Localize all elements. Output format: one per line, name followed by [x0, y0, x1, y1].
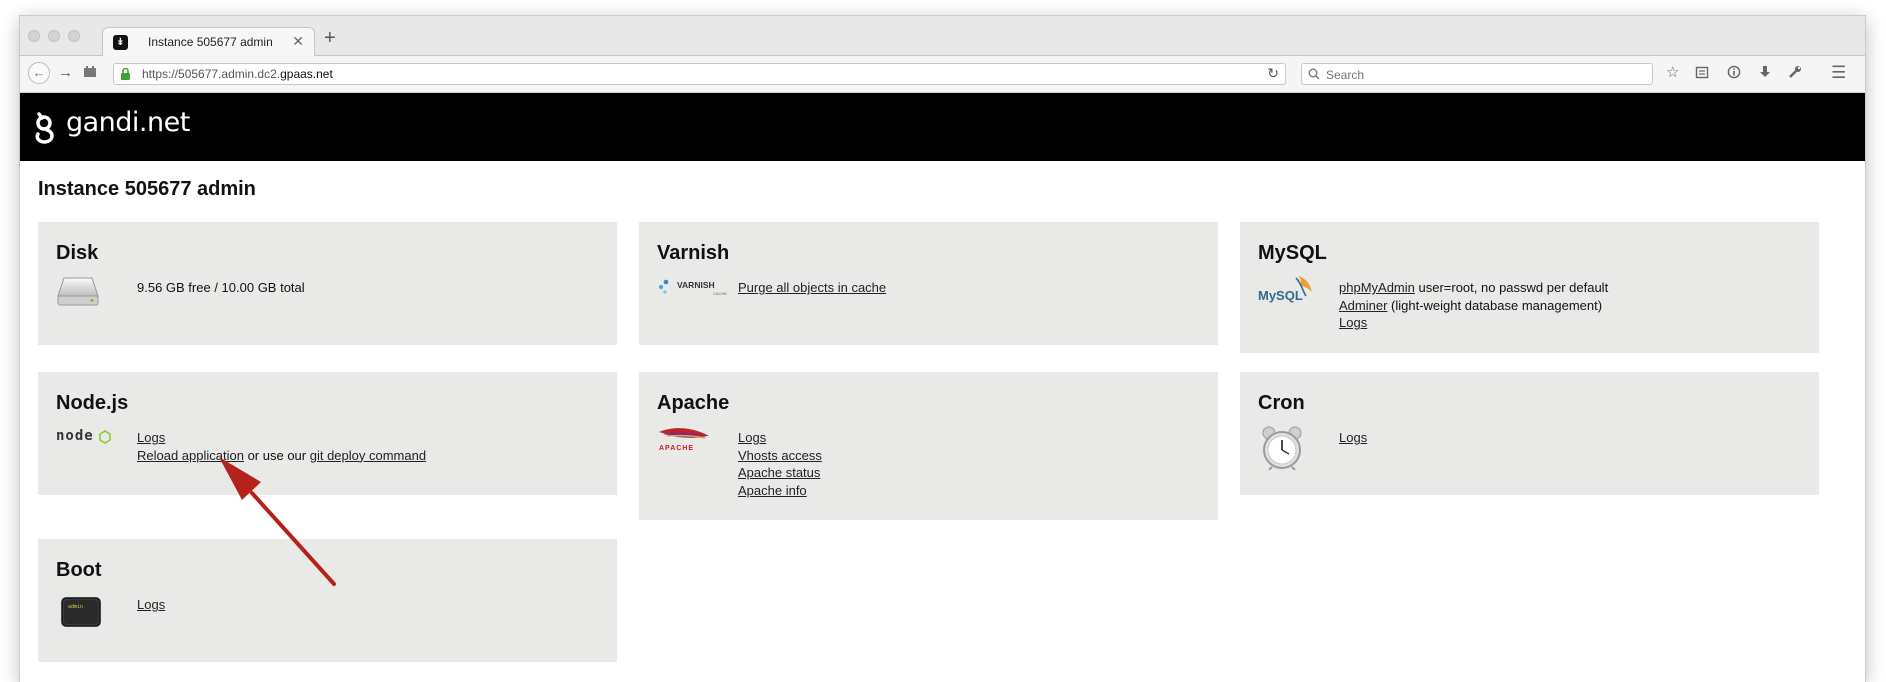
terminal-icon-text: admin — [68, 604, 83, 610]
bookmark-star-icon[interactable]: ☆ — [1666, 65, 1679, 81]
varnish-actions: Purge all objects in cache — [738, 279, 886, 297]
apache-status-link[interactable]: Apache status — [738, 465, 820, 480]
search-input[interactable] — [1324, 66, 1648, 84]
download-arrow-icon[interactable] — [1758, 65, 1772, 83]
nodejs-middle-text: or use our — [243, 447, 310, 463]
nodejs-logs-link[interactable]: Logs — [137, 430, 165, 445]
navigation-bar: ← → https://505677.admin.dc2.gpaas.net ↻… — [20, 56, 1865, 93]
nodejs-logo-text: node — [56, 428, 94, 444]
lock-icon — [120, 67, 132, 81]
apache-title: Apache — [657, 392, 730, 414]
terminal-icon: admin — [61, 597, 101, 632]
mysql-card: MySQL MySQL phpMyAdmin user=root, no pas… — [1240, 222, 1819, 353]
mysql-actions: phpMyAdmin user=root, no passwd per defa… — [1339, 279, 1608, 332]
disk-title: Disk — [56, 242, 99, 264]
cron-actions: Logs — [1339, 429, 1367, 447]
nodejs-title: Node.js — [56, 392, 129, 414]
nodejs-logs-row: Logs — [137, 429, 426, 447]
alarm-clock-icon — [1258, 424, 1306, 475]
vhosts-row: Vhosts access — [738, 447, 822, 465]
boot-card: Boot admin Logs — [38, 539, 617, 662]
apache-feather-icon: APACHE — [657, 426, 713, 457]
disk-usage-text: 9.56 GB free / 10.00 GB total — [137, 280, 305, 295]
reload-icon[interactable]: ↻ — [1267, 65, 1279, 82]
wrench-icon[interactable] — [1788, 65, 1802, 83]
boot-actions: Logs — [137, 596, 165, 614]
apache-card: Apache APACHE Logs Vhosts access Apache … — [639, 372, 1218, 520]
phpmyadmin-row: phpMyAdmin user=root, no passwd per defa… — [1339, 279, 1608, 297]
disk-info: 9.56 GB free / 10.00 GB total — [137, 279, 305, 297]
mysql-dolphin-icon: MySQL — [1258, 272, 1318, 311]
reload-application-link[interactable]: Reload application — [137, 448, 244, 463]
varnish-logo-icon: VARNISH CACHE — [657, 277, 729, 304]
disk-card: Disk 9.56 GB free / 10.00 GB total — [38, 222, 617, 345]
cron-title: Cron — [1258, 392, 1305, 414]
mysql-logs-link[interactable]: Logs — [1339, 315, 1367, 330]
varnish-logo-subtext: CACHE — [713, 291, 727, 296]
search-icon — [1308, 67, 1320, 85]
boot-logs-link[interactable]: Logs — [137, 597, 165, 612]
pocket-info-icon[interactable] — [1727, 65, 1741, 83]
apache-info-link[interactable]: Apache info — [738, 483, 807, 498]
varnish-card: Varnish VARNISH CACHE Purge all objects … — [639, 222, 1218, 345]
cron-card: Cron Logs — [1240, 372, 1819, 495]
gandi-favicon-icon: ↡ — [113, 35, 128, 50]
apache-logo-text: APACHE — [659, 445, 694, 452]
browser-window: ↡ Instance 505677 admin ✕ + ← → https://… — [20, 16, 1865, 682]
apache-logs-row: Logs — [738, 429, 822, 447]
search-bar[interactable] — [1301, 63, 1653, 85]
url-text: https://505677.admin.dc2.gpaas.net — [142, 67, 333, 81]
boot-title: Boot — [56, 559, 102, 581]
git-deploy-link[interactable]: git deploy command — [310, 448, 426, 463]
new-tab-button[interactable]: + — [324, 28, 336, 48]
mysql-logs-row: Logs — [1339, 314, 1608, 332]
nodejs-actions: Logs Reload application or use our git d… — [137, 429, 426, 464]
varnish-logo-text: VARNISH — [677, 280, 715, 290]
zoom-window-button[interactable] — [68, 30, 80, 42]
mysql-logo-text: MySQL — [1258, 288, 1303, 303]
tab-title: Instance 505677 admin — [148, 35, 273, 49]
purge-cache-link[interactable]: Purge all objects in cache — [738, 280, 886, 295]
tab-close-icon[interactable]: ✕ — [292, 33, 304, 50]
site-header: gandi.net — [20, 93, 1865, 161]
varnish-title: Varnish — [657, 242, 730, 264]
close-window-button[interactable] — [28, 30, 40, 42]
nodejs-logo-icon: node — [56, 427, 112, 450]
apache-info-row: Apache info — [738, 482, 822, 500]
reading-list-icon[interactable] — [1695, 65, 1709, 83]
nodejs-card: Node.js node Logs Reload application or … — [38, 372, 617, 495]
window-controls — [28, 30, 80, 42]
apache-logs-link[interactable]: Logs — [738, 430, 766, 445]
tab-strip: ↡ Instance 505677 admin ✕ + — [20, 16, 1865, 56]
tab-instance-admin[interactable]: ↡ Instance 505677 admin ✕ — [102, 27, 315, 56]
hard-drive-icon — [56, 274, 102, 313]
apache-actions: Logs Vhosts access Apache status Apache … — [738, 429, 822, 499]
history-icon[interactable] — [83, 65, 97, 84]
adminer-link[interactable]: Adminer — [1339, 298, 1387, 313]
vhosts-access-link[interactable]: Vhosts access — [738, 448, 822, 463]
page-title: Instance 505677 admin — [38, 178, 256, 200]
url-bar[interactable]: https://505677.admin.dc2.gpaas.net ↻ — [113, 63, 1286, 85]
forward-arrow-icon[interactable]: → — [58, 64, 73, 82]
phpmyadmin-note: user=root, no passwd per default — [1414, 280, 1609, 295]
logo-text: gandi.net — [66, 107, 190, 138]
url-prefix: https://505677.admin.dc2. — [142, 67, 281, 81]
hamburger-menu-icon[interactable]: ☰ — [1831, 64, 1846, 81]
cron-logs-link[interactable]: Logs — [1339, 430, 1367, 445]
gandi-logo-icon — [32, 109, 58, 150]
mysql-title: MySQL — [1258, 242, 1327, 264]
adminer-row: Adminer (light-weight database managemen… — [1339, 297, 1608, 315]
apache-status-row: Apache status — [738, 464, 822, 482]
minimize-window-button[interactable] — [48, 30, 60, 42]
phpmyadmin-link[interactable]: phpMyAdmin — [1339, 280, 1415, 295]
nodejs-reload-row: Reload application or use our git deploy… — [137, 447, 426, 465]
adminer-note: (light-weight database management) — [1387, 297, 1603, 313]
url-domain: gpaas.net — [280, 67, 333, 81]
back-arrow-icon[interactable]: ← — [28, 62, 50, 84]
